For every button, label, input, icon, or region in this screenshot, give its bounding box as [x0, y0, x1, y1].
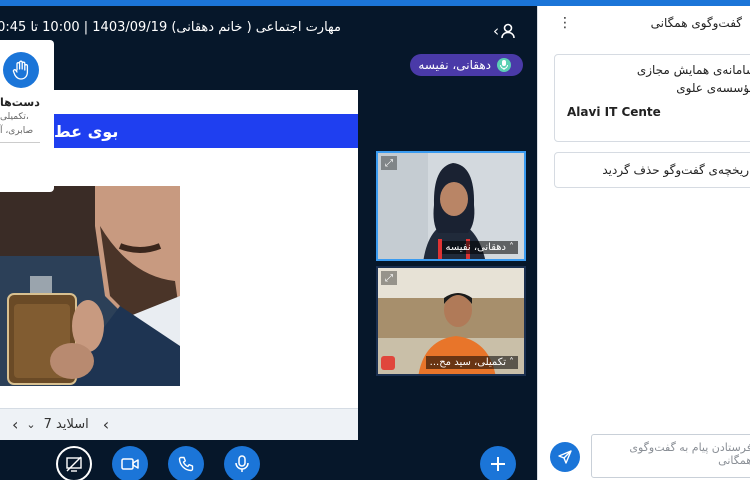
chat-message-line: Alavi IT Cente — [567, 105, 661, 119]
audio-button[interactable] — [168, 446, 204, 480]
public-chat-panel: گفت‌وگوی همگانی ⋮ سامانه‌ی همایش مجازی م… — [537, 6, 750, 480]
speaker-name: دهقانی، نفیسه — [418, 58, 491, 72]
chevron-down-icon: ˄ — [509, 242, 514, 253]
slide-controls: ‹ ⌄ اسلاید 7 ‹ — [0, 408, 358, 440]
raised-hand-user: تکمیلی، — [0, 112, 29, 122]
slide-selector[interactable]: اسلاید 7 — [44, 417, 89, 432]
screen-share-off-icon — [66, 456, 82, 472]
raised-hands-title: دست‌ها — [0, 96, 40, 109]
chat-title: گفت‌وگوی همگانی — [650, 16, 742, 30]
muted-status-icon — [381, 356, 395, 370]
phone-icon — [178, 456, 194, 472]
chat-message-line: سامانه‌ی همایش مجازی — [636, 63, 750, 77]
slide-image — [0, 186, 180, 386]
video-icon — [121, 458, 139, 470]
webcam-user-name: ˄ تکمیلی، سید مح... — [425, 356, 518, 369]
raised-hand-icon — [3, 52, 39, 88]
chevron-right-icon[interactable]: ‹ — [103, 415, 109, 434]
plus-icon — [491, 457, 505, 471]
webcam-name-text: دهقانی، نفیسه — [445, 242, 507, 253]
slide-navigation: ‹ ⌄ اسلاید 7 ‹ — [12, 415, 109, 434]
chat-message-input[interactable]: فرستادن پیام به گفت‌وگوی همگانی — [591, 434, 750, 478]
meeting-title: مهارت اجتماعی ( خانم دهقانی) 1403/09/19 … — [0, 20, 341, 35]
kebab-menu-icon[interactable]: ⋮ — [558, 15, 572, 31]
chevron-down-icon: ˄ — [509, 357, 514, 368]
raised-hand-user: صابری، آ — [0, 126, 34, 136]
mic-icon — [235, 455, 249, 472]
talking-indicator[interactable]: دهقانی، نفیسه — [410, 54, 523, 76]
chat-message-line: مؤسسه‌ی علوی — [676, 81, 750, 95]
raised-hands-popup[interactable]: دست‌ها تکمیلی، صابری، آ — [0, 40, 54, 192]
divider — [0, 142, 40, 143]
expand-icon[interactable]: ⤢ — [381, 271, 397, 285]
chevron-left-icon: ‹ — [493, 22, 499, 40]
webcam-tile[interactable]: ⤢ ˄ دهقانی، نفیسه — [376, 151, 526, 261]
mic-icon — [497, 58, 511, 72]
actions-plus-button[interactable] — [480, 446, 516, 480]
main-area: مهارت اجتماعی ( خانم دهقانی) 1403/09/19 … — [0, 6, 537, 480]
camera-button[interactable] — [112, 446, 148, 480]
webcam-tile[interactable]: ⤢ ˄ تکمیلی، سید مح... — [376, 266, 526, 376]
expand-icon[interactable]: ⤢ — [381, 156, 397, 170]
webcam-name-text: تکمیلی، سید مح... — [429, 357, 506, 368]
chat-message-text: تاریخچه‌ی گفت‌وگو حذف گردید — [602, 163, 750, 177]
user-icon — [501, 23, 515, 39]
chat-message: تاریخچه‌ی گفت‌وگو حذف گردید — [554, 152, 750, 188]
chevron-down-icon[interactable]: ⌄ — [26, 418, 35, 431]
send-button[interactable] — [550, 442, 580, 472]
screen-share-button[interactable] — [56, 446, 92, 480]
webcam-user-name: ˄ دهقانی، نفیسه — [441, 241, 518, 254]
microphone-button[interactable] — [224, 446, 260, 480]
chat-message: سامانه‌ی همایش مجازی مؤسسه‌ی علوی Alavi … — [554, 54, 750, 142]
send-icon — [558, 450, 572, 464]
chevron-left-icon[interactable]: ‹ — [12, 415, 18, 434]
user-list-toggle[interactable]: ‹ — [493, 22, 517, 40]
